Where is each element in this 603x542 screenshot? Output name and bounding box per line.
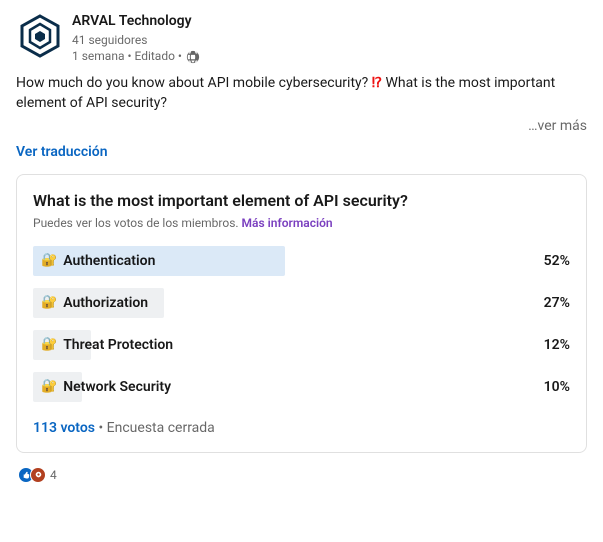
poll-footer: 113 votos • Encuesta cerrada [33, 420, 570, 436]
reaction-count: 4 [50, 468, 57, 482]
poll-subtitle: Puedes ver los votos de los miembros. Má… [33, 216, 570, 230]
poll-title: What is the most important element of AP… [33, 191, 570, 210]
post-timeline: 1 semana • Editado • [72, 48, 182, 65]
followers-count: 41 seguidores [72, 32, 587, 49]
exclaim-question-icon: ⁉ [372, 75, 382, 91]
poll-option[interactable]: 🔐 Threat Protection 12% [33, 330, 570, 360]
poll-option-pct: 52% [530, 253, 570, 269]
company-name[interactable]: ARVAL Technology [72, 12, 587, 32]
company-logo[interactable] [16, 12, 64, 60]
poll-option-pct: 27% [530, 295, 570, 311]
poll-option[interactable]: 🔐 Authentication 52% [33, 246, 570, 276]
lock-icon: 🔐 [41, 337, 57, 352]
poll-status: Encuesta cerrada [107, 420, 215, 436]
poll-option[interactable]: 🔐 Network Security 10% [33, 372, 570, 402]
poll-option[interactable]: 🔐 Authorization 27% [33, 288, 570, 318]
poll-option-pct: 12% [530, 337, 570, 353]
globe-icon [186, 50, 200, 64]
poll-option-pct: 10% [530, 379, 570, 395]
reaction-support-icon [30, 467, 46, 483]
lock-icon: 🔐 [41, 379, 57, 394]
lock-icon: 🔐 [41, 253, 57, 268]
lock-icon: 🔐 [41, 295, 57, 310]
poll-more-info-link[interactable]: Más información [242, 216, 333, 230]
poll-card: What is the most important element of AP… [16, 174, 587, 453]
see-more-link[interactable]: …ver más [528, 118, 587, 134]
poll-option-label: Authentication [63, 253, 155, 269]
post-text: How much do you know about API mobile cy… [16, 73, 587, 114]
reactions-bar[interactable]: 4 [16, 467, 587, 483]
translate-link[interactable]: Ver traducción [16, 144, 108, 160]
poll-option-label: Network Security [63, 379, 171, 395]
poll-option-label: Authorization [63, 295, 148, 311]
poll-option-label: Threat Protection [63, 337, 173, 353]
poll-votes-link[interactable]: 113 votos [33, 420, 95, 436]
